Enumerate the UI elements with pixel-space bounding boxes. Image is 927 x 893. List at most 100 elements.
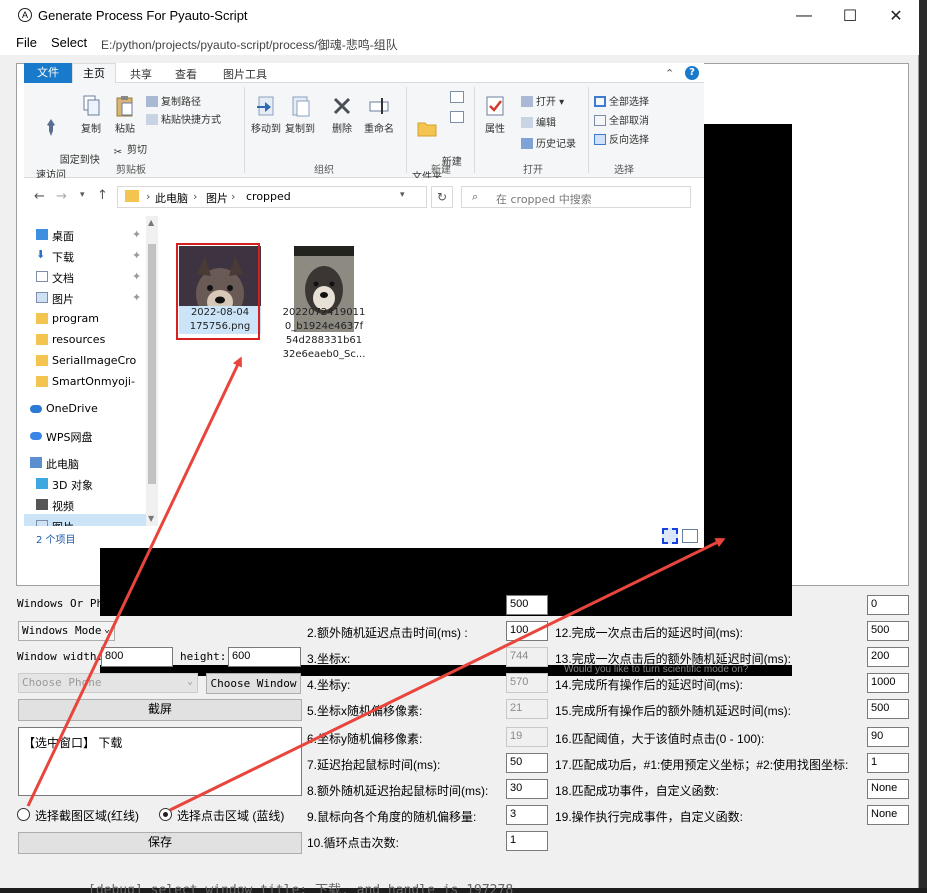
scroll-down-icon[interactable]: ▼ <box>148 514 154 523</box>
recent-chevron-icon[interactable]: ▾ <box>80 190 85 200</box>
nav-item-videos[interactable]: 视频 <box>36 498 74 514</box>
clipboard-group-label: 剪贴板 <box>116 165 146 176</box>
nav-item-3d-objects[interactable]: 3D 对象 <box>36 477 93 493</box>
folder-icon <box>36 313 48 324</box>
height-input[interactable]: 600 <box>228 647 301 667</box>
screenshot-preview[interactable]: Would you like to turn scientific mode o… <box>16 63 909 676</box>
param-input-10[interactable]: 1 <box>506 831 548 851</box>
paste-shortcut-button[interactable]: 粘贴快捷方式 <box>146 111 221 126</box>
properties-button[interactable]: 属性 <box>478 95 512 135</box>
mode-select[interactable]: Windows Mode ⌄ <box>18 621 115 641</box>
maximize-button[interactable]: ☐ <box>827 0 873 31</box>
nav-item-wps[interactable]: WPS网盘 <box>30 429 93 445</box>
details-view-icon[interactable] <box>662 528 678 544</box>
param-label-18: 18.匹配成功事件，自定义函数: <box>555 784 720 798</box>
address-dropdown-icon[interactable]: ▾ <box>400 190 405 200</box>
choose-window-button[interactable]: Choose Window <box>206 673 301 694</box>
param-input-16[interactable]: 90 <box>867 727 909 747</box>
nav-item-serialimage[interactable]: SerialImageCro <box>36 354 136 367</box>
tab-share[interactable]: 共享 <box>130 66 152 82</box>
param-input-11[interactable]: 0 <box>867 595 909 615</box>
param-input-1[interactable]: 500 <box>506 595 548 615</box>
nav-item-program[interactable]: program <box>36 312 99 325</box>
screenshot-button[interactable]: 截屏 <box>18 699 302 721</box>
window-width-input[interactable]: 800 <box>101 647 173 667</box>
forward-icon[interactable]: → <box>56 189 67 204</box>
param-input-8[interactable]: 30 <box>506 779 548 799</box>
param-input-14[interactable]: 1000 <box>867 673 909 693</box>
param-input-6[interactable]: 19 <box>506 727 548 747</box>
collapse-ribbon-icon[interactable]: ⌃ <box>665 67 674 80</box>
nav-item-smartonmyoji[interactable]: SmartOnmyoji- <box>36 375 135 388</box>
param-input-7[interactable]: 50 <box>506 753 548 773</box>
menu-file[interactable]: File <box>16 35 37 50</box>
file-name-2[interactable]: 2022072419011 0_b1924e4637f 54d288331b61… <box>276 306 372 362</box>
save-button[interactable]: 保存 <box>18 832 302 854</box>
move-to-button[interactable]: 移动到 <box>249 95 283 135</box>
nav-item-documents[interactable]: 文档 ✦ <box>36 270 141 286</box>
breadcrumb-cropped[interactable]: cropped <box>246 190 291 203</box>
copy-to-button[interactable]: 复制到 <box>283 95 317 135</box>
param-input-17[interactable]: 1 <box>867 753 909 773</box>
radio-click-area[interactable] <box>159 808 172 821</box>
paste-button[interactable]: 粘贴 <box>108 95 142 135</box>
param-input-13[interactable]: 200 <box>867 647 909 667</box>
param-input-12[interactable]: 500 <box>867 621 909 641</box>
open-button[interactable]: 打开 ▾ <box>521 93 564 108</box>
ribbon-separator <box>244 87 245 173</box>
invert-selection-button[interactable]: 反向选择 <box>594 131 649 146</box>
breadcrumb-this-pc[interactable]: 此电脑 <box>155 190 188 206</box>
nav-item-onedrive[interactable]: OneDrive <box>30 402 98 415</box>
edit-button[interactable]: 编辑 <box>521 114 556 129</box>
up-icon[interactable]: ↑ <box>97 188 108 203</box>
radio-capture-area[interactable] <box>17 808 30 821</box>
close-button[interactable]: ✕ <box>873 0 919 31</box>
tab-picture-tools[interactable]: 图片工具 <box>223 66 267 82</box>
easy-access-icon[interactable] <box>450 111 464 123</box>
tab-view[interactable]: 查看 <box>175 66 197 82</box>
param-input-5[interactable]: 21 <box>506 699 548 719</box>
nav-item-downloads[interactable]: ⬇ 下载 ✦ <box>36 249 141 265</box>
minimize-button[interactable]: — <box>781 0 827 31</box>
scroll-up-icon[interactable]: ▲ <box>148 218 154 227</box>
scrollbar-thumb[interactable] <box>148 244 156 484</box>
tab-home[interactable]: 主页 <box>72 63 116 84</box>
tab-file[interactable]: 文件 <box>24 63 72 83</box>
rename-button[interactable]: 重命名 <box>361 95 397 135</box>
nav-item-pictures[interactable]: 图片 ✦ <box>36 291 141 307</box>
select-none-button[interactable]: 全部取消 <box>594 112 649 127</box>
choose-phone-select[interactable]: Choose Phone ⌄ <box>18 673 198 693</box>
param-input-2[interactable]: 100 <box>506 621 548 641</box>
copy-button[interactable]: 复制 <box>74 95 108 135</box>
cut-button[interactable]: ✂ 剪切 <box>112 141 147 158</box>
nav-scrollbar[interactable]: ▲ ▼ <box>146 216 158 526</box>
app-window: A Generate Process For Pyauto-Script — ☐… <box>0 0 919 888</box>
refresh-icon[interactable]: ↻ <box>431 186 453 208</box>
menu-select[interactable]: Select <box>51 35 87 50</box>
param-input-9[interactable]: 3 <box>506 805 548 825</box>
nav-item-resources[interactable]: resources <box>36 333 105 346</box>
copy-path-button[interactable]: 复制路径 <box>146 93 201 108</box>
param-input-3[interactable]: 744 <box>506 647 548 667</box>
new-item-icon[interactable] <box>450 91 464 103</box>
nav-item-this-pc[interactable]: 此电脑 <box>30 456 79 472</box>
folder-icon <box>36 355 48 366</box>
radio-capture-label[interactable]: 选择截图区域(红线) <box>35 807 139 824</box>
search-box[interactable]: ⌕ 在 cropped 中搜索 <box>461 186 691 208</box>
breadcrumb-pictures[interactable]: 图片 <box>206 190 228 206</box>
param-label-1: 1.延迟点击时间(ms): <box>307 600 417 614</box>
param-input-4[interactable]: 570 <box>506 673 548 693</box>
param-input-19[interactable]: None <box>867 805 909 825</box>
delete-button[interactable]: 删除 <box>327 95 357 135</box>
select-all-button[interactable]: 全部选择 <box>594 93 649 108</box>
large-icons-view-icon[interactable] <box>682 529 698 543</box>
address-box[interactable]: › 此电脑 › 图片 › cropped ▾ <box>117 186 427 208</box>
nav-item-desktop[interactable]: 桌面 ✦ <box>36 228 141 244</box>
history-button[interactable]: 历史记录 <box>521 135 576 150</box>
radio-click-label[interactable]: 选择点击区域 (蓝线) <box>177 807 284 824</box>
param-input-18[interactable]: None <box>867 779 909 799</box>
param-input-15[interactable]: 500 <box>867 699 909 719</box>
help-icon[interactable]: ? <box>685 66 699 80</box>
selected-window-text[interactable]: 【选中窗口】 下载 <box>18 727 302 796</box>
back-icon[interactable]: ← <box>34 189 45 204</box>
